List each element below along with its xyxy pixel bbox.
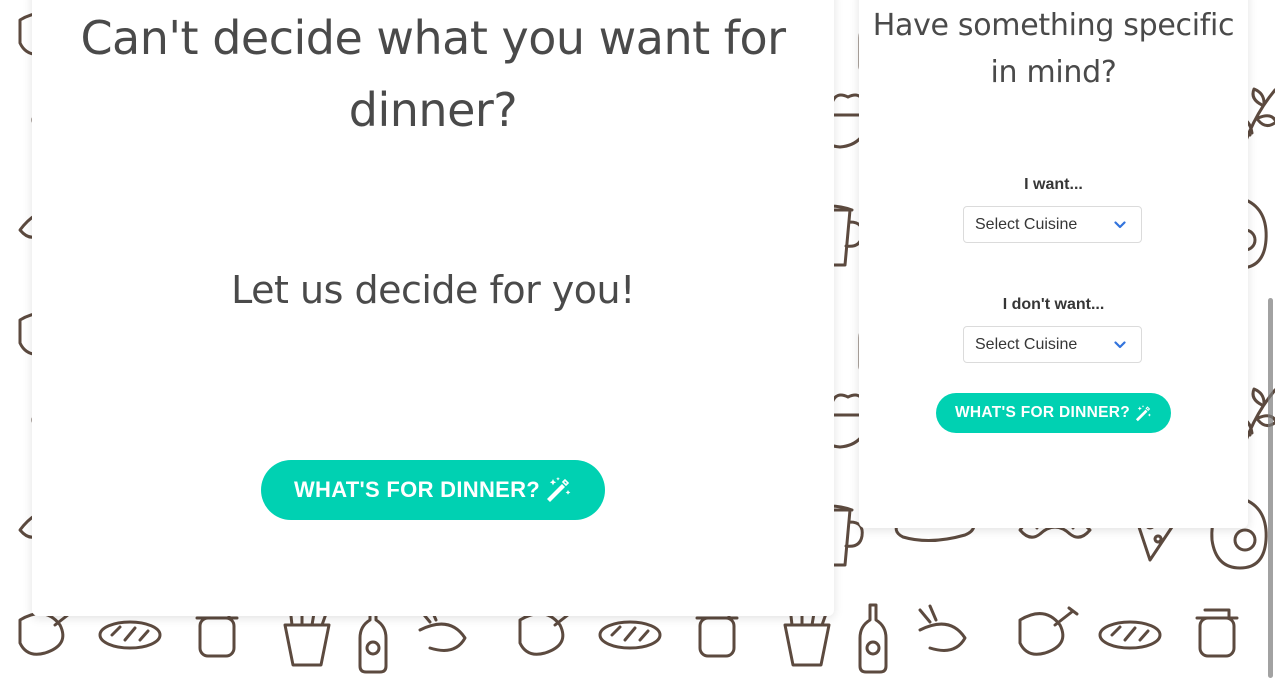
chevron-down-icon <box>1114 221 1126 229</box>
page-title: Can't decide what you want for dinner? <box>80 11 786 137</box>
magic-wand-icon <box>1135 404 1151 421</box>
whats-for-dinner-button[interactable]: WHAT'S FOR DINNER? <box>261 460 605 520</box>
specific-whats-for-dinner-button-label: WHAT'S FOR DINNER? <box>955 404 1130 421</box>
want-cuisine-select[interactable]: Select Cuisine <box>963 206 1142 243</box>
whats-for-dinner-button-label: WHAT'S FOR DINNER? <box>293 477 541 502</box>
magic-wand-icon <box>547 477 571 502</box>
specific-whats-for-dinner-button[interactable]: WHAT'S FOR DINNER? <box>936 393 1171 433</box>
want-label: I want... <box>1024 176 1083 193</box>
specific-cuisine-card: Have something specific in mind? I want.… <box>859 0 1248 528</box>
dont-want-label: I don't want... <box>1002 296 1105 313</box>
page-scrollbar[interactable] <box>1268 298 1273 678</box>
side-card-title: Have something specific in mind? <box>872 8 1235 90</box>
dont-want-cuisine-select[interactable]: Select Cuisine <box>963 326 1142 363</box>
want-cuisine-select-value: Select Cuisine <box>975 216 1078 233</box>
page-subtitle: Let us decide for you! <box>231 268 635 312</box>
random-dinner-card: Can't decide what you want for dinner? L… <box>32 0 834 616</box>
dont-want-cuisine-select-value: Select Cuisine <box>975 336 1078 353</box>
chevron-down-icon <box>1114 341 1126 349</box>
